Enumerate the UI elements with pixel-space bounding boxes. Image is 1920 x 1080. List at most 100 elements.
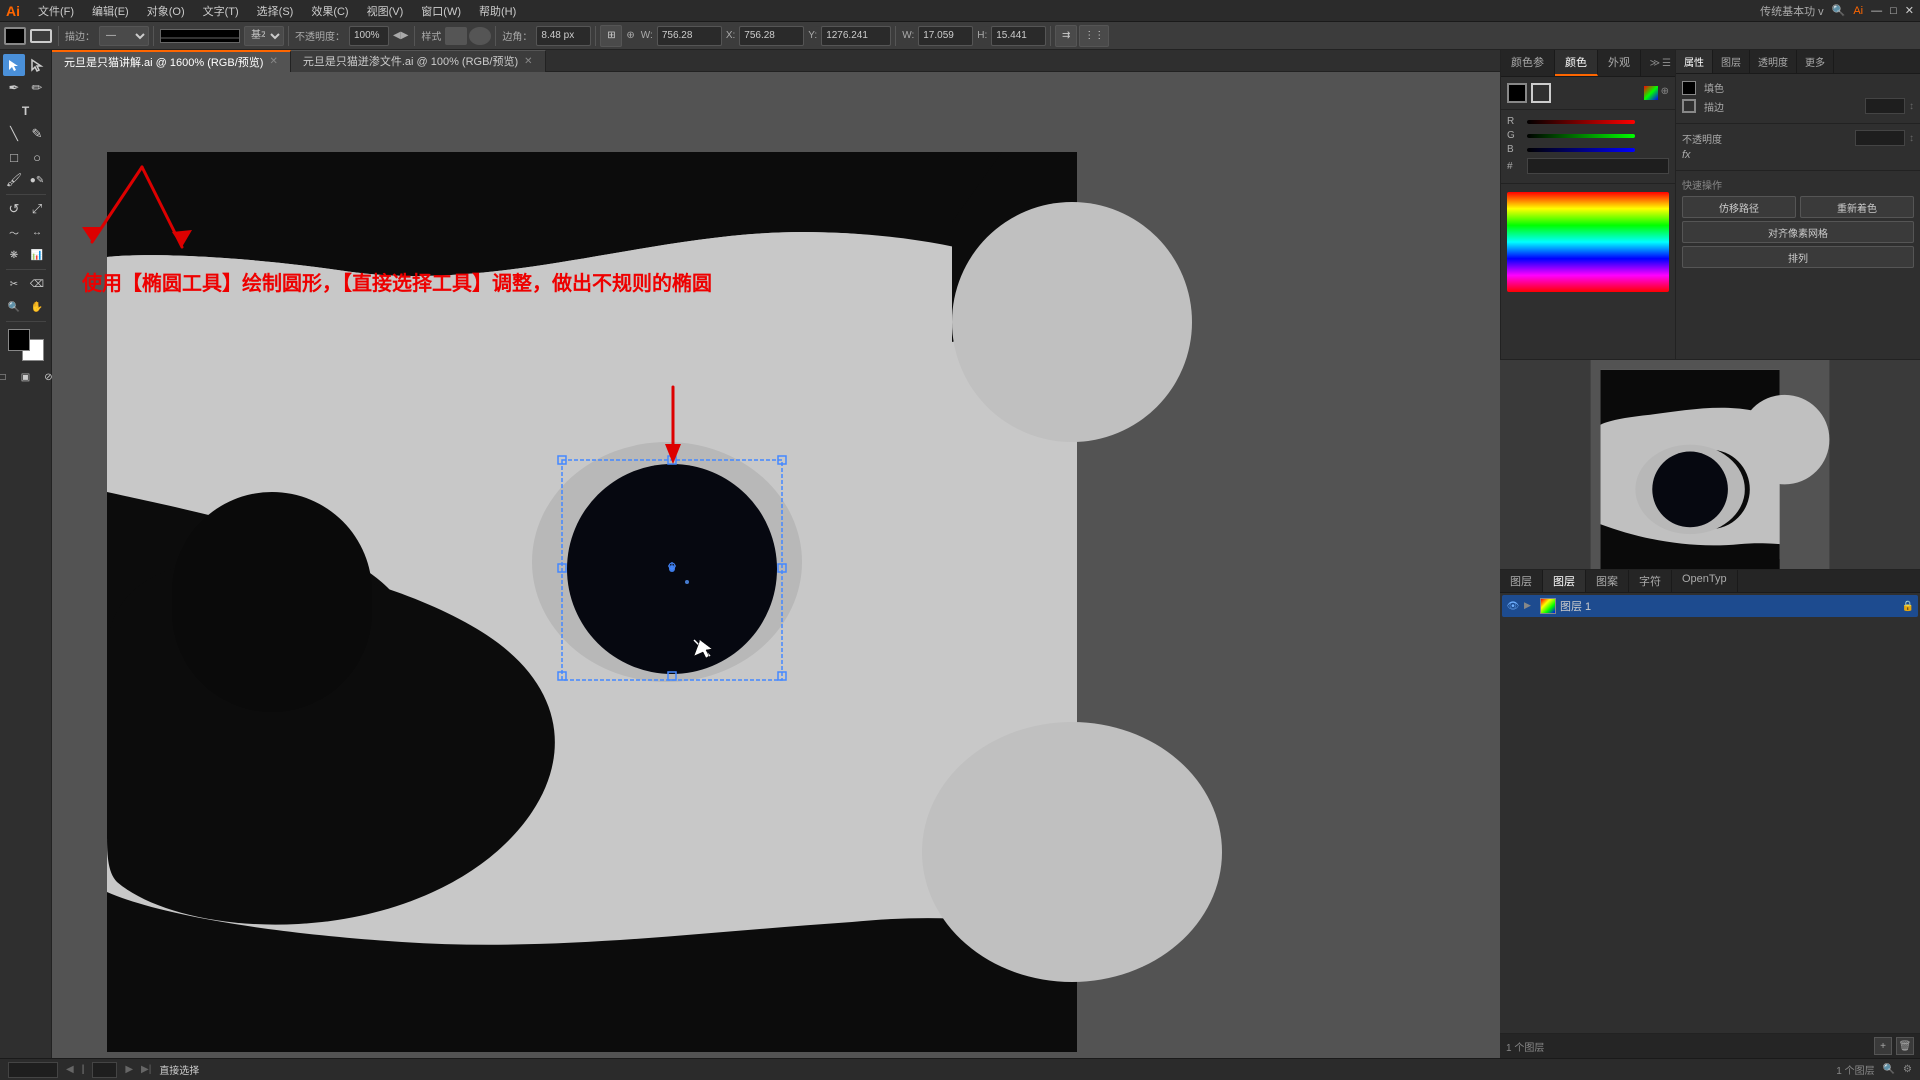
gradient-fill-btn[interactable]: ▣	[15, 366, 37, 388]
search-icon[interactable]: 🔍	[1832, 4, 1846, 17]
layers-tab-opentype[interactable]: OpenTyp	[1672, 570, 1738, 592]
delete-layer-btn[interactable]: 🗑	[1896, 1037, 1914, 1055]
minimize-btn[interactable]: —	[1871, 5, 1882, 17]
settings-icon[interactable]: ⚙	[1903, 1064, 1912, 1075]
g-slider[interactable]	[1527, 134, 1635, 138]
layer-visibility-icon[interactable]: 👁	[1506, 599, 1520, 613]
fill-swatch[interactable]	[1507, 83, 1527, 103]
tab-1[interactable]: 元旦是只猫迸渗文件.ai @ 100% (RGB/预览) ✕	[291, 50, 546, 72]
hand-tool[interactable]: ✋	[26, 296, 48, 318]
menu-text[interactable]: 文字(T)	[195, 1, 247, 21]
normal-fill-btn[interactable]: □	[0, 366, 14, 388]
menu-view[interactable]: 视图(V)	[359, 1, 412, 21]
color-tab-params[interactable]: 颜色参	[1501, 50, 1555, 76]
layer-item-1[interactable]: 👁 ▶ 图层 1 🔒	[1502, 595, 1918, 617]
r-slider[interactable]	[1527, 120, 1635, 124]
recolor-btn[interactable]: 重新着色	[1800, 196, 1914, 218]
layers-tab-layers[interactable]: 图层	[1543, 570, 1586, 592]
pencil-tool[interactable]: ✎	[26, 123, 48, 145]
tab-1-close[interactable]: ✕	[524, 56, 532, 67]
symbol-tool[interactable]: ❋	[3, 244, 25, 266]
ellipse-tool[interactable]: ○	[26, 146, 48, 168]
maximize-btn[interactable]: □	[1890, 5, 1897, 17]
panel-menu-icon[interactable]: ☰	[1662, 58, 1671, 69]
menu-object[interactable]: 对象(O)	[139, 1, 193, 21]
cmyk-icon[interactable]: ⊕	[1661, 86, 1669, 100]
zoom-input[interactable]: 1600%	[8, 1062, 58, 1078]
x-input[interactable]	[739, 26, 804, 46]
layer-expand-icon[interactable]: ▶	[1524, 600, 1536, 612]
line-tool[interactable]: ╲	[3, 123, 25, 145]
align-pixel-btn[interactable]: 对齐像素网格	[1682, 221, 1914, 243]
stroke-color-indicator[interactable]	[1682, 99, 1696, 113]
color-spectrum[interactable]	[1507, 192, 1669, 292]
props-tab-more[interactable]: 更多	[1797, 50, 1834, 73]
style-circle-btn[interactable]	[469, 27, 491, 45]
nav-next-btn[interactable]: ▶	[125, 1064, 133, 1075]
layers-tab-map[interactable]: 图层	[1500, 570, 1543, 592]
type-tool[interactable]: T	[15, 100, 37, 122]
b-slider[interactable]	[1527, 148, 1635, 152]
hex-input[interactable]	[1527, 158, 1669, 174]
zoom-tool[interactable]: 🔍	[3, 296, 25, 318]
page-input[interactable]: 2	[92, 1062, 117, 1078]
direct-select-tool[interactable]	[26, 54, 48, 76]
tab-0[interactable]: 元旦是只猫讲解.ai @ 1600% (RGB/预览) ✕	[52, 50, 291, 72]
rgb-icon[interactable]	[1644, 86, 1658, 100]
graph-tool[interactable]: 📊	[26, 244, 48, 266]
h-input[interactable]	[991, 26, 1046, 46]
fill-color-indicator[interactable]	[1682, 81, 1696, 95]
width-tool[interactable]: ↔	[26, 221, 48, 243]
y-input[interactable]	[821, 26, 891, 46]
stroke-style-select[interactable]: 基本	[244, 26, 284, 46]
props-tab-attrs[interactable]: 属性	[1676, 50, 1713, 73]
rect-tool[interactable]: □	[3, 146, 25, 168]
zoom-in-icon[interactable]: 🔍	[1883, 1064, 1895, 1075]
w-input[interactable]	[657, 26, 722, 46]
slice-tool[interactable]: ✂	[3, 273, 25, 295]
menu-select[interactable]: 选择(S)	[249, 1, 302, 21]
menu-effect[interactable]: 效果(C)	[303, 1, 356, 21]
warp-tool[interactable]: 〜	[3, 221, 25, 243]
layers-tab-char[interactable]: 字符	[1629, 570, 1672, 592]
stroke-swatch[interactable]	[1531, 83, 1551, 103]
arrange-btn[interactable]: ⋮⋮	[1079, 25, 1109, 47]
menu-help[interactable]: 帮助(H)	[471, 1, 524, 21]
corner-input[interactable]	[536, 26, 591, 46]
tab-0-close[interactable]: ✕	[269, 56, 277, 67]
rotate-tool[interactable]: ↺	[3, 198, 25, 220]
pen-tool[interactable]: ✒	[3, 77, 25, 99]
color-tab-color[interactable]: 颜色	[1555, 50, 1598, 76]
align-btn[interactable]: ⇉	[1055, 25, 1077, 47]
find-similar-btn[interactable]: 仿移路径	[1682, 196, 1796, 218]
style-btn[interactable]	[445, 27, 467, 45]
nav-end-btn[interactable]: ▶|	[141, 1064, 151, 1075]
stroke-select[interactable]: —	[99, 26, 149, 46]
menu-file[interactable]: 文件(F)	[30, 1, 82, 21]
close-btn[interactable]: ✕	[1905, 4, 1914, 17]
layers-tab-pattern[interactable]: 图案	[1586, 570, 1629, 592]
brush-tool[interactable]: 🖌	[3, 169, 25, 191]
w2-input[interactable]	[918, 26, 973, 46]
eraser-tool[interactable]: ⌫	[26, 273, 48, 295]
layer-lock-icon[interactable]: 🔒	[1902, 601, 1914, 612]
stroke-width-input[interactable]	[1865, 98, 1905, 114]
selection-tool[interactable]	[3, 54, 25, 76]
scale-tool[interactable]: ⤢	[26, 198, 48, 220]
opacity-prop-input[interactable]: 100 %	[1855, 130, 1905, 146]
pen-add-tool[interactable]: ✏	[26, 77, 48, 99]
fill-color-btn[interactable]	[4, 27, 26, 45]
props-tab-transparency[interactable]: 透明度	[1750, 50, 1797, 73]
arrange-btn-props[interactable]: 排列	[1682, 246, 1914, 268]
color-tab-appearance[interactable]: 外观	[1598, 50, 1641, 76]
new-layer-btn[interactable]: +	[1874, 1037, 1892, 1055]
panel-expand-icon[interactable]: ≫	[1650, 58, 1660, 69]
fg-color-swatch[interactable]	[8, 329, 30, 351]
menu-edit[interactable]: 编辑(E)	[84, 1, 137, 21]
stroke-color-btn[interactable]	[30, 29, 52, 43]
blob-brush-tool[interactable]: ●✎	[26, 169, 48, 191]
transform-options-btn[interactable]: ⊞	[600, 25, 622, 47]
opacity-input[interactable]	[349, 26, 389, 46]
nav-prev-btn[interactable]: ◀	[66, 1064, 74, 1075]
menu-window[interactable]: 窗口(W)	[413, 1, 469, 21]
